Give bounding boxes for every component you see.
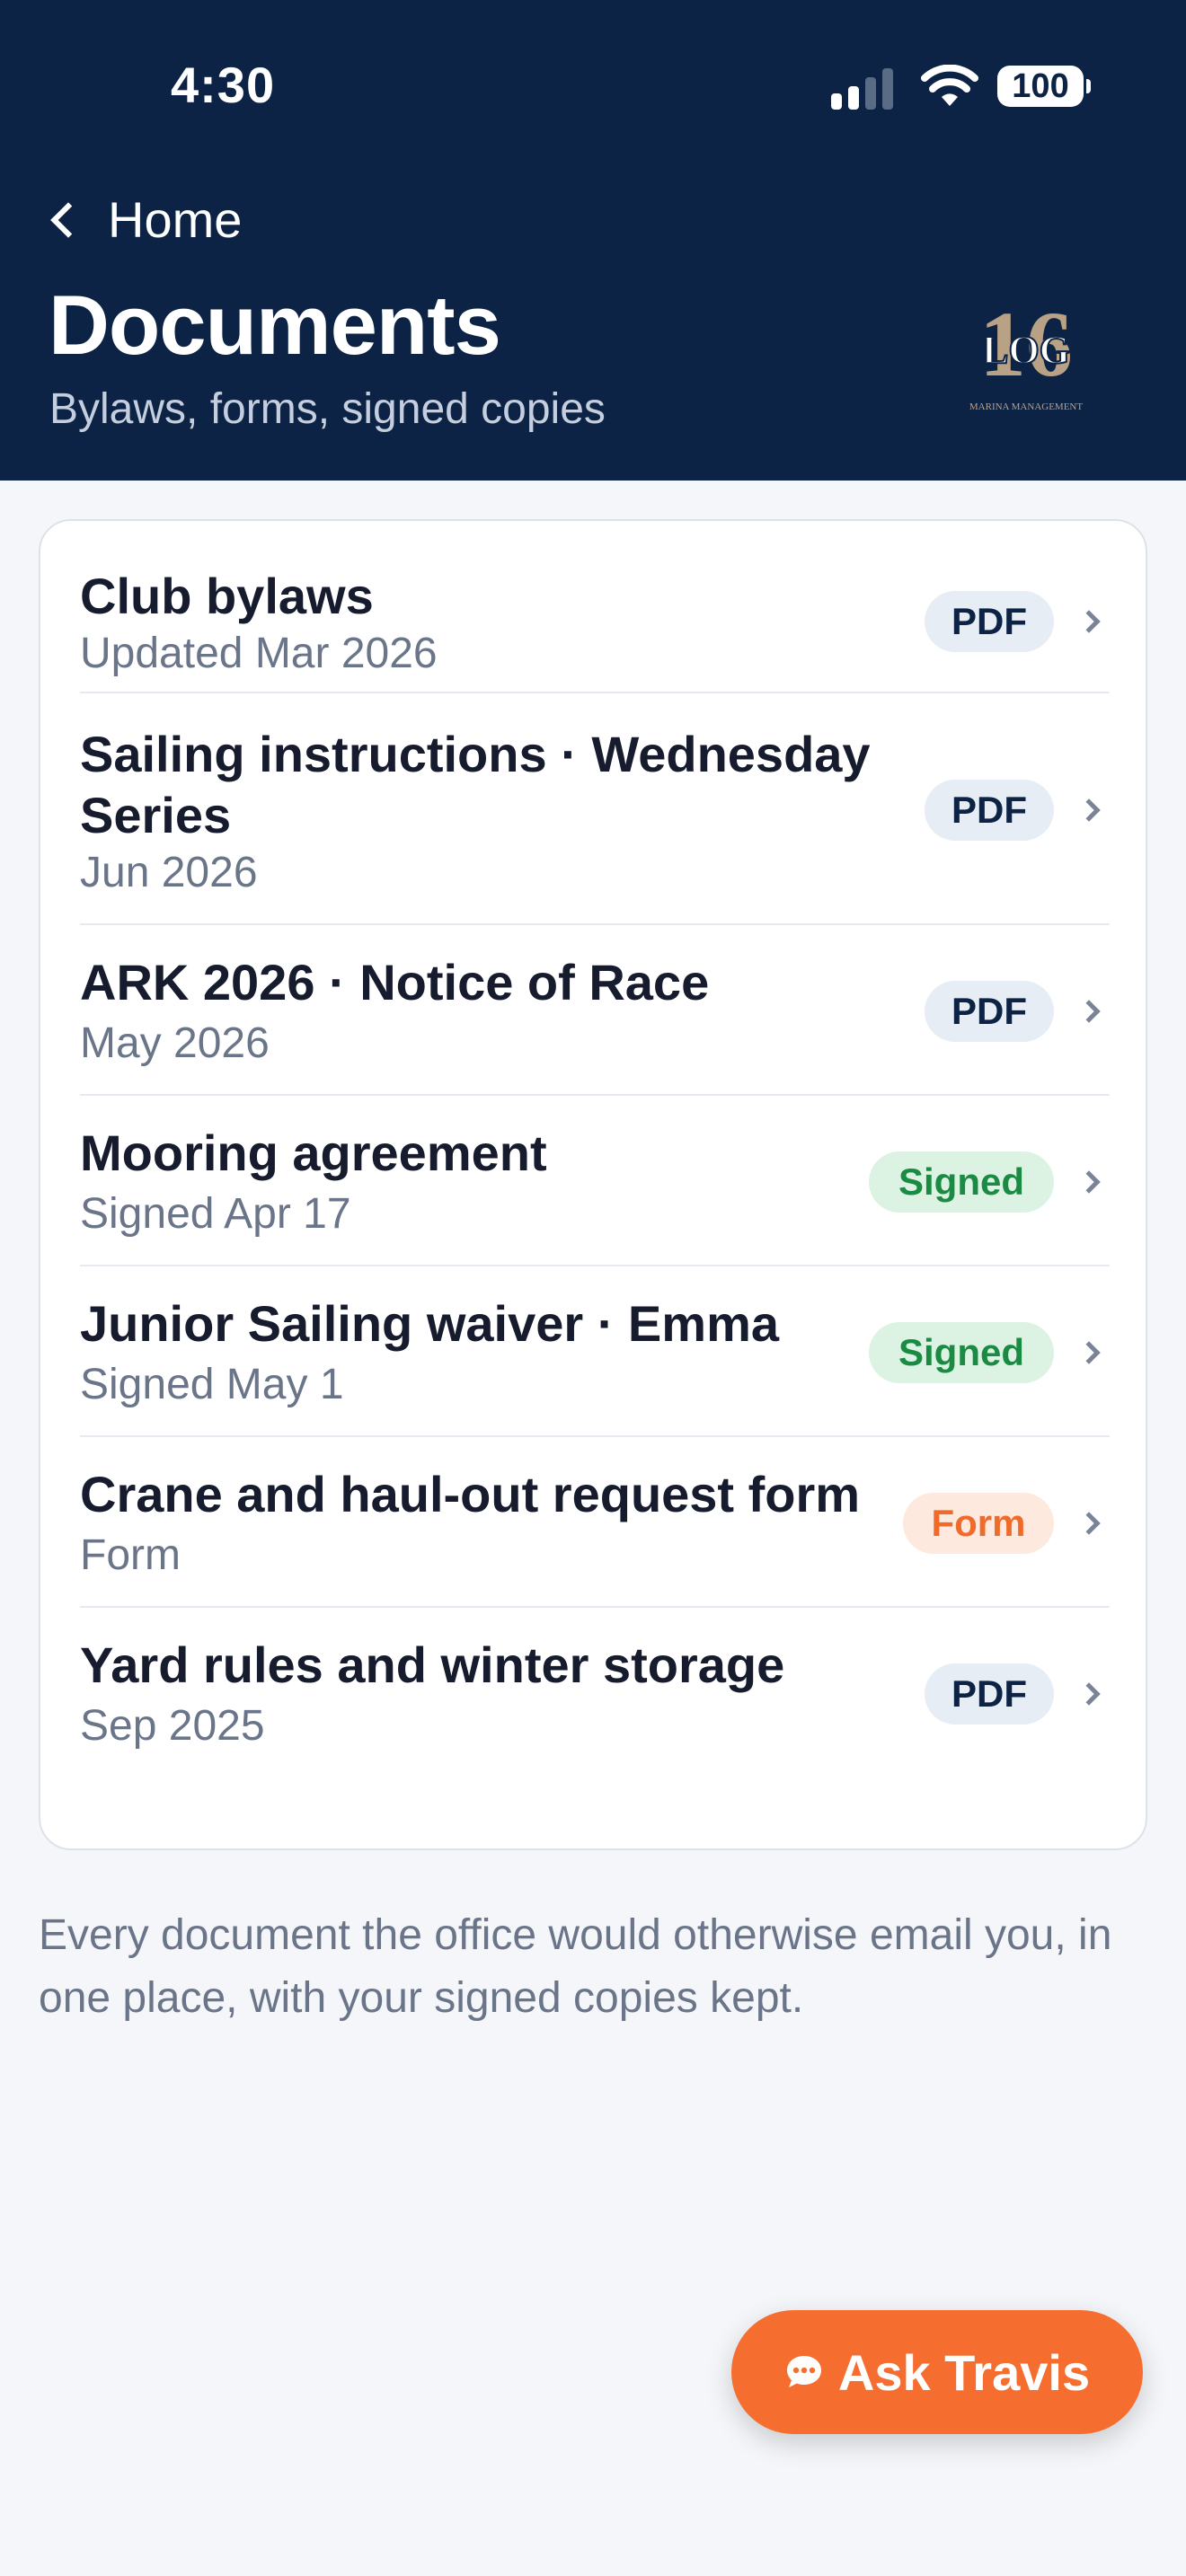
pdf-badge: PDF — [925, 591, 1054, 652]
logo: 16 LOG MARINA MANAGEMENT — [969, 293, 1083, 412]
cellular-signal-icon — [831, 63, 893, 110]
list-item[interactable]: Crane and haul-out request form Form For… — [80, 1437, 1110, 1608]
ask-travis-button[interactable]: Ask Travis — [731, 2310, 1143, 2434]
document-title: ARK 2026 · Notice of Race — [80, 954, 710, 1010]
chevron-right-icon — [1077, 1341, 1101, 1364]
document-subtitle: Sep 2025 — [80, 1702, 265, 1750]
document-title: Junior Sailing waiver · Emma — [80, 1295, 780, 1352]
page-subtitle: Bylaws, forms, signed copies — [49, 385, 606, 433]
chevron-right-icon — [1077, 1512, 1101, 1535]
document-title: Sailing instructions · Wednesday Series — [80, 726, 871, 843]
header: 4:30 100 Home Documents Bylaws, forms, s… — [0, 0, 1186, 481]
document-subtitle: May 2026 — [80, 1019, 270, 1067]
footnote: Every document the office would otherwis… — [39, 1911, 1112, 2022]
document-title: Mooring agreement — [80, 1125, 547, 1181]
chat-bubble-icon — [786, 2356, 821, 2387]
form-badge: Form — [903, 1493, 1054, 1554]
chevron-right-icon — [1077, 1000, 1101, 1023]
list-item[interactable]: Junior Sailing waiver · Emma Signed May … — [80, 1266, 1110, 1437]
document-subtitle: Updated Mar 2026 — [80, 630, 438, 677]
document-title: Club bylaws — [80, 568, 374, 624]
back-button[interactable]: Home — [47, 190, 242, 249]
logo-tagline: MARINA MANAGEMENT — [969, 401, 1083, 412]
chevron-right-icon — [1077, 1170, 1101, 1194]
document-subtitle: Signed Apr 17 — [80, 1190, 351, 1238]
logo-letters: LOG — [982, 328, 1070, 372]
chevron-right-icon — [1077, 798, 1101, 822]
documents-card: Club bylaws Updated Mar 2026 PDF Sailing… — [39, 519, 1147, 1850]
signed-badge: Signed — [869, 1322, 1054, 1383]
document-subtitle: Form — [80, 1531, 181, 1579]
ask-travis-label: Ask Travis — [837, 2343, 1091, 2401]
status-icons: 100 — [831, 63, 1091, 110]
wifi-icon — [921, 65, 978, 106]
pdf-badge: PDF — [925, 1663, 1054, 1725]
document-subtitle: Jun 2026 — [80, 849, 258, 896]
chevron-right-icon — [1077, 1682, 1101, 1706]
list-item[interactable]: ARK 2026 · Notice of Race May 2026 PDF — [80, 925, 1110, 1096]
status-time: 4:30 — [171, 57, 276, 113]
document-subtitle: Signed May 1 — [80, 1361, 344, 1408]
page-title: Documents — [49, 278, 501, 372]
signed-badge: Signed — [869, 1151, 1054, 1213]
back-label: Home — [108, 191, 243, 248]
pdf-badge: PDF — [925, 780, 1054, 841]
list-item[interactable]: Club bylaws Updated Mar 2026 PDF — [80, 557, 1110, 693]
list-item[interactable]: Mooring agreement Signed Apr 17 Signed — [80, 1096, 1110, 1266]
battery-icon: 100 — [997, 66, 1091, 107]
pdf-badge: PDF — [925, 981, 1054, 1042]
document-title: Yard rules and winter storage — [80, 1636, 785, 1693]
chevron-right-icon — [1077, 610, 1101, 633]
list-item[interactable]: Yard rules and winter storage Sep 2025 P… — [80, 1608, 1110, 1778]
list-item[interactable]: Sailing instructions · Wednesday Series … — [80, 693, 1110, 925]
document-title: Crane and haul-out request form — [80, 1466, 861, 1522]
chevron-left-icon — [50, 201, 86, 238]
